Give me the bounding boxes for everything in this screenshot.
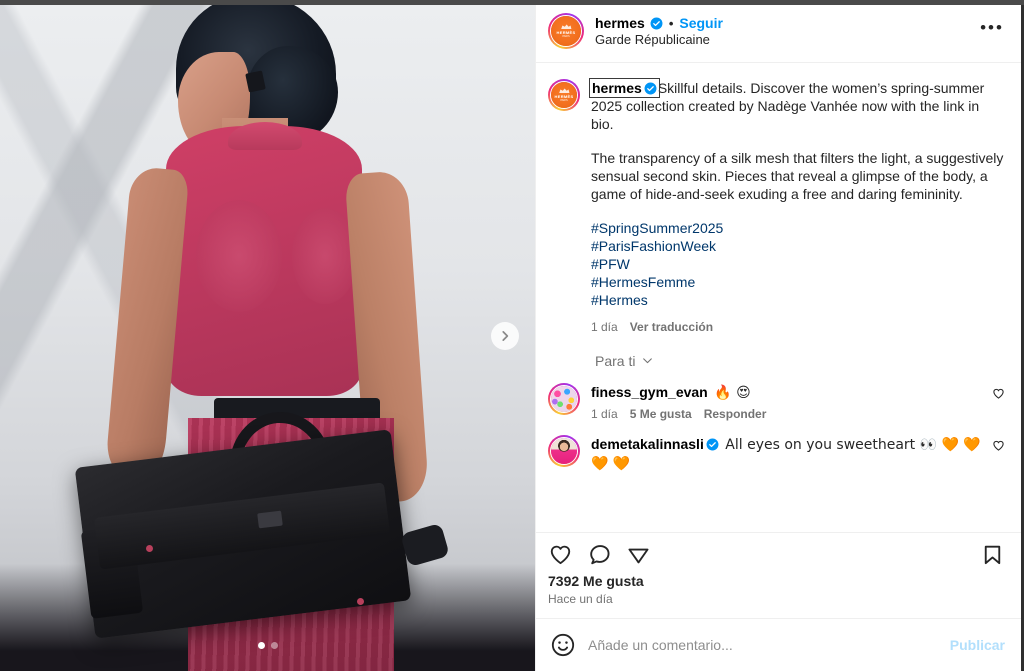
caption-timestamp: 1 día [591,319,618,334]
caption-username: hermes [592,80,642,96]
verified-badge-icon [644,82,657,95]
photo-shape-stud-2 [357,598,364,605]
header-separator: • [668,15,674,31]
comment-item: finess_gym_evan 🔥 😍 1 día 5 Me gusta Res… [536,373,1021,425]
chevron-right-icon [502,330,509,341]
follow-button[interactable]: Seguir [679,15,723,31]
heart-icon [993,441,1004,451]
comment-like-button[interactable] [992,387,1005,405]
comment-text: 🔥 😍 [709,384,751,401]
horse-carriage-icon [561,24,572,29]
portrait-avatar-image [551,438,577,465]
caption-text: hermes Skillful details. Discover the wo… [589,78,1005,335]
share-button[interactable] [626,542,651,567]
comments-filter-label: Para ti [595,352,636,369]
comment-icon [590,545,610,565]
caption-paragraph-2: The transparency of a silk mesh that fil… [591,150,1004,203]
carousel-dots [0,642,535,649]
hashtag-item[interactable]: #SpringSummer2025 [591,219,1005,237]
avatar-logo-sub: PARIS [562,35,570,38]
save-button[interactable] [980,542,1005,567]
photo-shape-bag-clasp [257,510,283,529]
see-translation-button[interactable]: Ver traducción [630,320,713,335]
photo-shape-earring [245,70,266,93]
header-text-group: hermes • Seguir Garde Républicaine [595,15,723,47]
post-timestamp: Hace un día [548,592,613,606]
panel-scroll-body[interactable]: HERMÈS PARIS hermes Skillful details. Di… [536,63,1021,532]
comment-item: demetakalinnasli All eyes on you sweethe… [536,425,1021,477]
post-media[interactable] [0,0,535,671]
comment-avatar[interactable] [548,435,580,468]
comment-username-text: demetakalinnasli [591,436,704,453]
horse-carriage-icon [559,88,570,93]
photo-shape-stud-1 [146,545,153,552]
post-options-button[interactable]: ••• [979,18,1005,44]
likes-count[interactable]: 7392 Me gusta [536,569,1021,589]
comment-timestamp: 1 día [591,407,618,422]
heart-icon [550,545,571,565]
like-button[interactable] [548,542,573,567]
comment-line: finess_gym_evan 🔥 😍 [591,383,984,402]
author-avatar[interactable]: HERMÈS PARIS [548,13,584,49]
photo-shape-mesh-left [196,200,282,312]
caption-avatar-inner: HERMÈS PARIS [550,81,578,109]
carousel-dot-1[interactable] [257,642,265,649]
browser-chrome-strip [0,0,1024,5]
bookmark-icon [984,545,1001,565]
comment-avatar-inner [550,437,578,466]
hashtag-item[interactable]: #ParisFashionWeek [591,237,1005,255]
comment-meta: 1 día 5 Me gusta Responder [591,407,984,421]
avatar-logo-sub: PARIS [560,99,568,102]
caption-hashtags: #SpringSummer2025 #ParisFashionWeek #PFW… [591,219,1005,309]
add-comment-bar: Publicar [536,618,1021,671]
comment-likes-count[interactable]: 5 Me gusta [630,407,692,421]
hashtag-item[interactable]: #Hermes [591,291,1005,309]
avatar-inner: HERMÈS PARIS [550,15,582,47]
publish-comment-button[interactable]: Publicar [950,637,1005,653]
comment-avatar-inner [550,384,578,413]
chevron-down-icon [643,358,653,364]
post-photo [0,0,535,671]
header-username-row: hermes • Seguir [595,15,723,31]
hermes-logo-avatar: HERMÈS PARIS [551,16,581,46]
post-side-panel: HERMÈS PARIS hermes • Seguir Garde Répub… [535,0,1024,671]
hashtag-item[interactable]: #HermesFemme [591,273,1005,291]
post-actions-bar [536,532,1021,569]
heart-icon [993,388,1004,399]
post-location[interactable]: Garde Républicaine [595,32,723,47]
caption-meta: 1 día Ver traducción [591,320,1005,335]
comment-reply-button[interactable]: Responder [704,407,767,421]
hashtag-item[interactable]: #PFW [591,255,1005,273]
caption-block: HERMÈS PARIS hermes Skillful details. Di… [536,63,1021,335]
verified-badge-icon [650,17,663,29]
comment-username[interactable]: demetakalinnasli [591,436,719,452]
emoji-picker-button[interactable] [550,632,576,658]
verified-badge-icon [706,438,719,451]
photo-shape-watch [400,522,450,568]
comment-body: finess_gym_evan 🔥 😍 1 día 5 Me gusta Res… [591,383,984,421]
add-comment-input[interactable] [588,637,938,653]
comment-like-button[interactable] [992,439,1005,457]
comment-button[interactable] [587,542,612,567]
hermes-logo-avatar-small: HERMÈS PARIS [551,82,577,108]
comment-username[interactable]: finess_gym_evan [591,384,708,400]
smiley-icon [551,633,575,657]
comments-filter-dropdown[interactable]: Para ti [583,335,1021,373]
post-header: HERMÈS PARIS hermes • Seguir Garde Répub… [536,0,1021,63]
comment-line: demetakalinnasli All eyes on you sweethe… [591,435,984,473]
comment-body: demetakalinnasli All eyes on you sweethe… [591,435,984,473]
carousel-dot-2[interactable] [270,642,278,649]
confetti-avatar-image [551,385,577,412]
share-icon [628,548,649,564]
comment-avatar[interactable] [548,382,580,415]
caption-username-chip[interactable]: hermes [589,78,660,98]
author-username[interactable]: hermes [595,15,645,31]
caption-avatar[interactable]: HERMÈS PARIS [548,79,580,111]
instagram-post-view: HERMÈS PARIS hermes • Seguir Garde Répub… [0,0,1024,671]
carousel-next-button[interactable] [491,321,519,350]
